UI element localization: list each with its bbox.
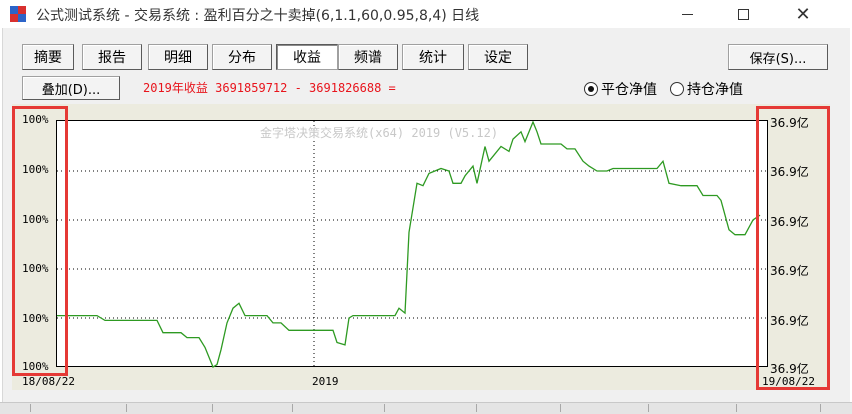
profit-summary: 2019年收益 3691859712 - 3691826688 = xyxy=(143,81,396,95)
tab-spectrum[interactable]: 频谱 xyxy=(338,44,398,70)
status-divider xyxy=(212,404,213,412)
watermark: 金字塔决策交易系统(x64) 2019 (V5.12) xyxy=(260,126,499,140)
overlay-button[interactable]: 叠加(D)... xyxy=(22,76,120,100)
save-button[interactable]: 保存(S)... xyxy=(728,44,828,70)
equity-chart xyxy=(57,120,769,368)
status-divider xyxy=(560,404,561,412)
radio-checked-icon xyxy=(584,82,598,96)
x-axis-start-label: 18/08/22 xyxy=(22,375,75,388)
right-axis-highlight xyxy=(756,106,830,390)
tab-summary[interactable]: 摘要 xyxy=(22,44,74,70)
equity-line xyxy=(57,120,761,368)
left-axis-highlight xyxy=(12,106,68,376)
status-divider xyxy=(30,404,31,412)
maximize-icon xyxy=(737,8,749,20)
status-divider xyxy=(648,404,649,412)
status-divider xyxy=(736,404,737,412)
hold-equity-label: 持仓净值 xyxy=(687,82,743,98)
radio-unchecked-icon xyxy=(670,82,684,96)
maximize-button[interactable] xyxy=(720,0,766,28)
window-title: 公式测试系统 - 交易系统 : 盈利百分之十卖掉(6,1.1,60,0.95,8… xyxy=(36,8,480,24)
status-divider xyxy=(384,404,385,412)
minimize-button[interactable] xyxy=(664,0,710,28)
close-icon: ✕ xyxy=(795,3,811,25)
tab-returns[interactable]: 收益 xyxy=(276,44,338,70)
tab-report[interactable]: 报告 xyxy=(82,44,142,70)
status-divider xyxy=(126,404,127,412)
app-icon xyxy=(10,6,26,22)
tab-statistics[interactable]: 统计 xyxy=(402,44,464,70)
close-equity-label: 平仓净值 xyxy=(601,82,657,98)
chart-plot xyxy=(56,120,769,368)
tab-distribution[interactable]: 分布 xyxy=(212,44,272,70)
x-axis-mid-label: 2019 xyxy=(312,375,339,388)
tab-details[interactable]: 明细 xyxy=(148,44,208,70)
tab-settings[interactable]: 设定 xyxy=(468,44,528,70)
status-divider xyxy=(476,404,477,412)
hold-equity-radio[interactable]: 持仓净值 xyxy=(670,80,743,98)
minimize-icon xyxy=(681,13,693,15)
close-equity-radio[interactable]: 平仓净值 xyxy=(584,80,657,98)
status-divider xyxy=(292,404,293,412)
close-button[interactable]: ✕ xyxy=(780,0,826,28)
status-divider xyxy=(820,404,821,412)
title-bar: 公式测试系统 - 交易系统 : 盈利百分之十卖掉(6,1.1,60,0.95,8… xyxy=(0,0,852,28)
status-strip xyxy=(0,402,852,414)
